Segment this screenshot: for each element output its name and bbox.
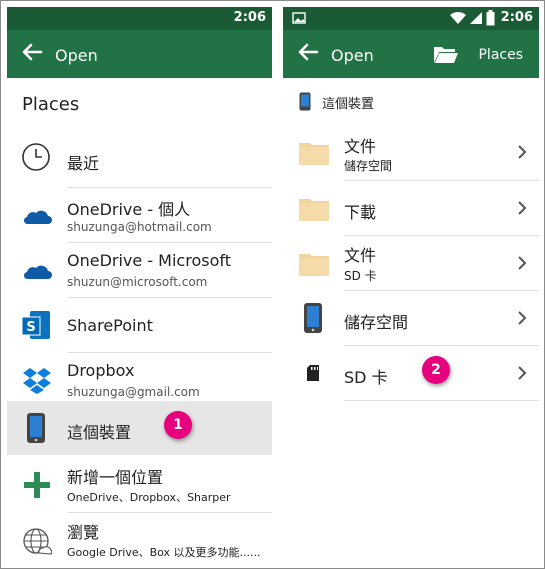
- folder-icon: [299, 141, 329, 169]
- chevron-right-icon: [517, 310, 527, 330]
- location-item-storage[interactable]: 儲存空間: [283, 291, 539, 345]
- svg-text:S: S: [26, 320, 35, 335]
- place-item-title: Dropbox: [67, 361, 135, 380]
- places-button[interactable]: Places: [478, 47, 523, 63]
- location-title: 儲存空間: [344, 313, 409, 332]
- location-item-documents-storage[interactable]: 文件 儲存空間: [283, 127, 539, 180]
- onedrive-cloud-icon: [20, 204, 52, 230]
- onedrive-cloud-icon: [20, 259, 52, 285]
- place-item-dropbox[interactable]: Dropbox shuzunga@gmail.com: [7, 353, 272, 407]
- place-item-subtitle: shuzunga@gmail.com: [67, 385, 200, 399]
- place-item-title: 最近: [67, 154, 100, 173]
- place-item-recent[interactable]: 最近: [7, 132, 272, 187]
- location-subtitle: 儲存空間: [344, 159, 393, 173]
- place-item-title: 瀏覽: [67, 523, 100, 542]
- place-item-subtitle: OneDrive、Dropbox、Sharper: [67, 491, 231, 504]
- folder-icon: [299, 197, 329, 225]
- app-toolbar: Open: [7, 30, 272, 78]
- chevron-right-icon: [517, 144, 527, 164]
- places-heading: Places: [22, 94, 80, 115]
- image-notification-icon: [292, 11, 306, 29]
- callout-badge-1: 1: [164, 411, 192, 439]
- place-item-title: 新增一個位置: [67, 468, 164, 487]
- location-subtitle: SD 卡: [344, 269, 377, 283]
- globe-icon: [22, 527, 53, 561]
- place-item-title: 這個裝置: [67, 423, 132, 442]
- sd-card-icon: [306, 364, 320, 386]
- clock-icon: [21, 142, 51, 176]
- right-screen: 2:06 Open Places 這個裝置 文件 儲存空間 下載 文件 SD 卡…: [283, 7, 539, 568]
- place-item-sharepoint[interactable]: S SharePoint: [7, 298, 272, 352]
- status-bar: 2:06: [283, 7, 539, 30]
- chevron-right-icon: [517, 200, 527, 220]
- place-item-onedrive-microsoft[interactable]: OneDrive - Microsoft shuzun@microsoft.co…: [7, 243, 272, 297]
- callout-badge-2: 2: [422, 356, 450, 384]
- battery-icon: [486, 10, 495, 30]
- place-item-title: OneDrive - Microsoft: [67, 251, 231, 270]
- phone-device-icon: [26, 412, 46, 448]
- location-title: 文件: [344, 246, 377, 265]
- location-title: SD 卡: [344, 368, 388, 387]
- location-item-sd-card[interactable]: SD 卡 2: [283, 346, 539, 400]
- chevron-right-icon: [517, 365, 527, 385]
- place-item-subtitle: shuzunga@hotmail.com: [67, 220, 212, 234]
- location-title: 文件: [344, 137, 377, 156]
- place-item-title: SharePoint: [67, 316, 153, 335]
- place-item-title: OneDrive - 個人: [67, 200, 191, 219]
- location-item-downloads[interactable]: 下載: [283, 181, 539, 235]
- wifi-icon: [449, 11, 467, 29]
- location-item-documents-sd[interactable]: 文件 SD 卡: [283, 236, 539, 290]
- place-item-onedrive-personal[interactable]: OneDrive - 個人 shuzunga@hotmail.com: [7, 188, 272, 242]
- section-header-this-device: 這個裝置: [283, 87, 539, 117]
- plus-icon: [23, 471, 51, 503]
- status-bar: 2:06: [7, 7, 272, 30]
- place-item-add-place[interactable]: 新增一個位置 OneDrive、Dropbox、Sharper: [7, 458, 272, 512]
- places-folder-icon[interactable]: [433, 44, 459, 68]
- location-title: 下載: [344, 203, 377, 222]
- folder-icon: [299, 252, 329, 280]
- place-item-subtitle: Google Drive、Box 以及更多功能......: [67, 546, 261, 559]
- signal-icon: [469, 11, 483, 29]
- sharepoint-icon: S: [21, 309, 51, 345]
- toolbar-title: Open: [55, 46, 98, 65]
- place-item-this-device[interactable]: 這個裝置 1: [7, 401, 272, 455]
- dropbox-icon: [22, 365, 52, 399]
- status-time: 2:06: [233, 10, 266, 25]
- phone-device-icon: [299, 92, 311, 115]
- section-title: 這個裝置: [322, 97, 375, 112]
- back-arrow-icon[interactable]: [21, 41, 43, 67]
- place-item-subtitle: shuzun@microsoft.com: [67, 275, 208, 289]
- status-time: 2:06: [500, 10, 533, 25]
- toolbar-title: Open: [331, 46, 374, 65]
- phone-device-icon: [303, 302, 323, 338]
- app-toolbar: Open Places: [283, 30, 539, 78]
- back-arrow-icon[interactable]: [297, 41, 319, 67]
- left-screen: 2:06 Open Places 最近 OneDrive - 個人 shuzun…: [7, 7, 272, 568]
- divider: [344, 400, 539, 401]
- place-item-browse[interactable]: 瀏覽 Google Drive、Box 以及更多功能......: [7, 513, 272, 567]
- chevron-right-icon: [517, 255, 527, 275]
